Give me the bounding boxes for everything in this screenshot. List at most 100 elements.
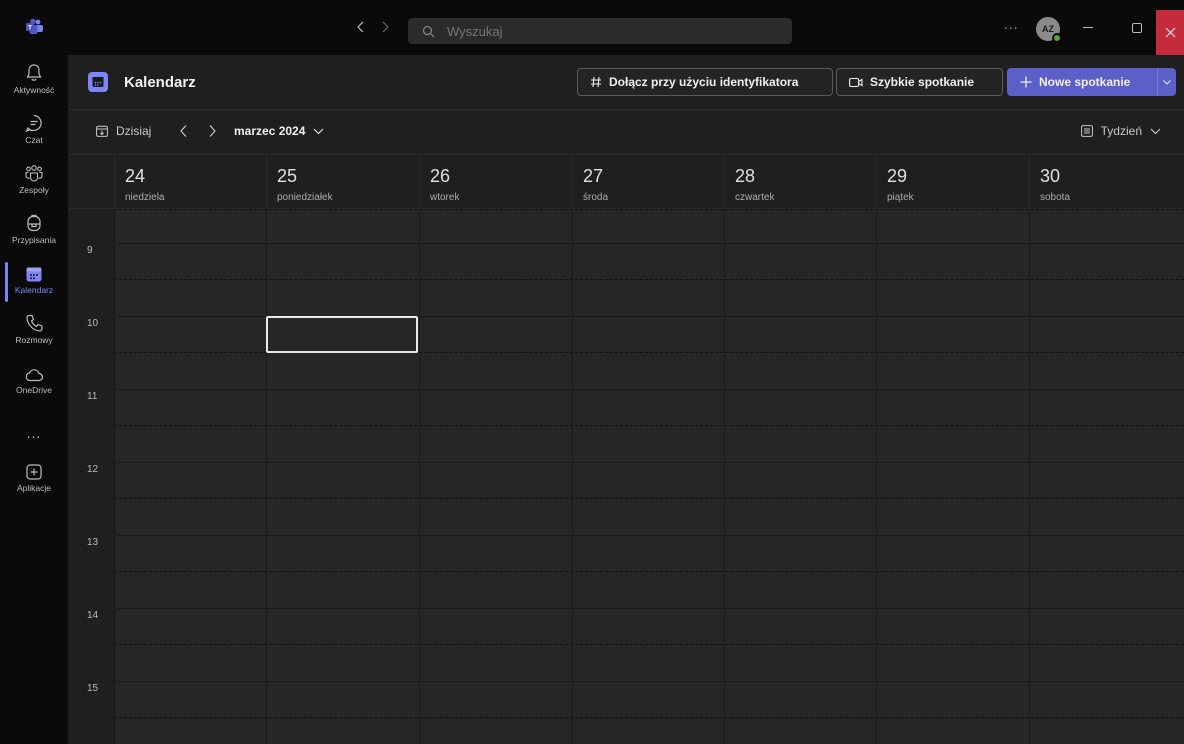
selected-time-slot[interactable] — [266, 316, 418, 353]
hour-label: 13 — [87, 537, 99, 548]
time-gutter: 9 10 11 12 13 14 15 — [68, 209, 114, 744]
maximize-button[interactable] — [1125, 17, 1149, 39]
teams-icon — [24, 161, 44, 183]
view-switcher[interactable]: Tydzień — [1080, 124, 1161, 138]
close-button[interactable] — [1156, 10, 1184, 55]
day-name: wtorek — [430, 192, 460, 203]
day-number: 30 — [1040, 166, 1061, 186]
half-hour-line — [114, 209, 1184, 210]
rail-item-calendar[interactable]: Kalendarz — [0, 261, 68, 313]
forward-arrow-icon[interactable] — [377, 17, 393, 37]
half-hour-line — [114, 279, 1184, 280]
rail-label: Zespoły — [19, 185, 49, 195]
day-header-wednesday[interactable]: 27 środa — [572, 155, 724, 209]
day-column-thursday[interactable] — [724, 209, 876, 744]
search-input[interactable] — [445, 22, 745, 40]
half-hour-line — [114, 571, 1184, 572]
hour-label: 12 — [87, 464, 99, 475]
new-meeting-dropdown[interactable] — [1157, 68, 1176, 96]
new-meeting-button[interactable]: Nowe spotkanie — [1007, 68, 1157, 96]
hour-line — [114, 608, 1184, 609]
chevron-down-icon — [1163, 79, 1171, 85]
day-header-friday[interactable]: 29 piątek — [876, 155, 1029, 209]
day-column-saturday[interactable] — [1029, 209, 1184, 744]
previous-week-button[interactable] — [179, 124, 189, 138]
week-view-icon — [1080, 125, 1093, 137]
add-apps-icon — [25, 459, 43, 481]
hour-line — [114, 389, 1184, 390]
day-number: 27 — [583, 166, 604, 186]
chat-icon — [24, 111, 44, 133]
plus-icon — [1020, 76, 1032, 88]
calendar-header: Kalendarz Dołącz przy użyciu identyfikat… — [68, 55, 1184, 110]
chevron-right-icon — [209, 125, 216, 137]
calendar-toolbar: Dzisiaj marzec 2024 Tydzień — [68, 110, 1184, 155]
new-meeting-label: Nowe spotkanie — [1039, 75, 1131, 89]
day-header-sunday[interactable]: 24 niedziela — [114, 155, 266, 209]
view-label: Tydzień — [1100, 124, 1142, 138]
maximize-icon — [1132, 23, 1142, 33]
half-hour-line — [114, 717, 1184, 718]
day-header-tuesday[interactable]: 26 wtorek — [419, 155, 572, 209]
hour-label: 14 — [87, 610, 99, 621]
day-column-friday[interactable] — [876, 209, 1029, 744]
video-camera-icon — [849, 77, 863, 88]
hour-line — [114, 535, 1184, 536]
day-header-thursday[interactable]: 28 czwartek — [724, 155, 876, 209]
search-box[interactable] — [408, 18, 792, 44]
day-name: czwartek — [735, 192, 775, 203]
hour-line — [114, 681, 1184, 682]
day-column-monday[interactable] — [266, 209, 419, 744]
rail-label: Rozmowy — [15, 335, 53, 345]
day-header-saturday[interactable]: 30 sobota — [1029, 155, 1184, 209]
rail-item-onedrive[interactable]: OneDrive — [0, 361, 68, 413]
presence-available-icon — [1052, 33, 1062, 43]
more-apps-icon[interactable]: ... — [0, 425, 68, 441]
calendar-app-icon — [88, 72, 108, 92]
column-divider — [419, 209, 420, 744]
column-divider — [572, 209, 573, 744]
avatar[interactable]: AZ — [1036, 17, 1062, 43]
today-button[interactable]: Dzisiaj — [96, 124, 151, 138]
back-arrow-icon[interactable] — [353, 17, 369, 37]
column-divider — [114, 209, 115, 744]
calendar-icon — [25, 261, 43, 283]
day-column-wednesday[interactable] — [572, 209, 724, 744]
minimize-button[interactable] — [1076, 17, 1100, 39]
chevron-down-icon — [1150, 128, 1161, 135]
day-name: środa — [583, 192, 609, 203]
rail-label: OneDrive — [16, 385, 52, 395]
day-number: 25 — [277, 166, 298, 186]
day-column-sunday[interactable] — [114, 209, 266, 744]
rail-item-activity[interactable]: Aktywność — [0, 61, 68, 113]
day-number: 26 — [430, 166, 451, 186]
meet-now-button[interactable]: Szybkie spotkanie — [836, 68, 1003, 96]
rail-item-apps[interactable]: Aplikacje — [0, 459, 68, 511]
hour-line — [114, 243, 1184, 244]
half-hour-line — [114, 498, 1184, 499]
day-header-monday[interactable]: 25 poniedziałek — [266, 155, 419, 209]
next-week-button[interactable] — [207, 124, 217, 138]
rail-item-assignments[interactable]: Przypisania — [0, 211, 68, 263]
day-name: piątek — [887, 192, 914, 203]
day-column-tuesday[interactable] — [419, 209, 572, 744]
column-divider — [724, 209, 725, 744]
rail-label: Aktywność — [13, 85, 55, 95]
teams-logo-icon: T — [25, 18, 45, 36]
day-number: 28 — [735, 166, 756, 186]
rail-item-chat[interactable]: Czat — [0, 111, 68, 163]
chevron-down-icon — [313, 128, 324, 135]
column-divider — [876, 209, 877, 744]
join-with-id-button[interactable]: Dołącz przy użyciu identyfikatora — [577, 68, 833, 96]
avatar-initials: AZ — [1042, 24, 1054, 34]
hour-label: 9 — [87, 245, 93, 256]
more-options-icon[interactable]: ... — [1004, 16, 1019, 32]
hour-line — [114, 462, 1184, 463]
rail-item-teams[interactable]: Zespoły — [0, 161, 68, 213]
rail-label: Aplikacje — [16, 483, 52, 493]
rail-item-calls[interactable]: Rozmowy — [0, 311, 68, 363]
backpack-icon — [25, 211, 43, 233]
week-grid: 9 10 11 12 13 14 15 — [68, 209, 1184, 744]
day-number: 29 — [887, 166, 908, 186]
month-picker[interactable]: marzec 2024 — [234, 124, 324, 138]
